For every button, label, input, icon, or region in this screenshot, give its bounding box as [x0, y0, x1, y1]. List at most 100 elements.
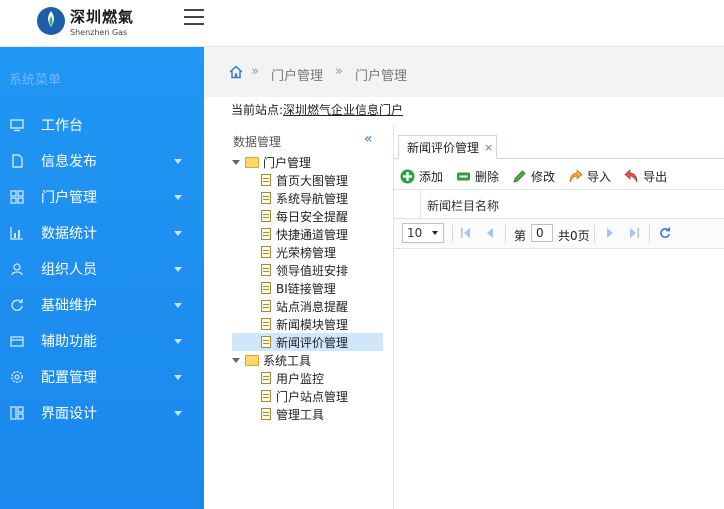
box-icon	[10, 336, 24, 347]
company-logo	[37, 7, 65, 35]
user-icon	[11, 263, 23, 276]
export-label: 导出	[643, 169, 668, 184]
expand-toggle-icon[interactable]	[232, 159, 240, 165]
document-icon	[261, 246, 271, 258]
tree-item[interactable]: 系统导航管理	[261, 189, 348, 207]
tree-item-label: 首页大图管理	[276, 173, 349, 188]
document-icon	[261, 408, 271, 420]
chevron-down-icon	[174, 194, 182, 200]
refresh-icon	[11, 299, 23, 311]
tree-item[interactable]: 光荣榜管理	[261, 243, 336, 261]
sidebar-item-statistics[interactable]: 数据统计	[0, 215, 204, 251]
tree-item-label: 每日安全提醒	[276, 209, 349, 224]
pager-separator	[594, 225, 595, 243]
station-link[interactable]: 深圳燃气企业信息门户	[283, 103, 403, 117]
close-icon[interactable]: ×	[484, 141, 493, 154]
expand-toggle-icon[interactable]	[232, 357, 240, 363]
document-icon	[261, 372, 271, 384]
document-icon	[261, 336, 271, 348]
home-icon[interactable]	[229, 65, 243, 79]
breadcrumb-item[interactable]: 门户管理	[271, 65, 323, 84]
tree-item-label: 门户站点管理	[276, 389, 349, 404]
table-header: 新闻栏目名称	[394, 189, 724, 219]
tree-panel: 数据管理 « 门户管理 首页大图管理 系统导航管理 每日安全提醒 快捷通道管理 …	[228, 125, 394, 509]
tree-item[interactable]: 站点消息提醒	[261, 297, 348, 315]
delete-label: 删除	[475, 169, 500, 184]
page-number-input[interactable]	[531, 224, 553, 242]
document-icon	[261, 192, 271, 204]
tree-item-selected[interactable]: 新闻评价管理	[232, 333, 383, 351]
column-header-news-column-name[interactable]: 新闻栏目名称	[427, 197, 499, 214]
tree-item-label: 领导值班安排	[276, 263, 349, 278]
import-button[interactable]: 导入	[568, 168, 611, 185]
edit-button[interactable]: 修改	[512, 168, 555, 185]
tab-label: 新闻评价管理	[407, 140, 480, 155]
sidebar-item-auxiliary[interactable]: 辅助功能	[0, 323, 204, 359]
page-size-value: 10	[407, 226, 423, 240]
sidebar-item-configuration[interactable]: 配置管理	[0, 359, 204, 395]
main-area: » 门户管理 » 门户管理 当前站点:深圳燃气企业信息门户 数据管理 « 门户管…	[204, 47, 724, 509]
brand-name-cn: 深圳燃氣	[70, 8, 135, 26]
tree-item[interactable]: 每日安全提醒	[261, 207, 348, 225]
brand-text: 深圳燃氣 Shenzhen Gas	[70, 6, 134, 37]
hamburger-line	[184, 16, 204, 18]
minus-icon	[457, 172, 471, 180]
sidebar-item-label: 配置管理	[41, 370, 97, 386]
tree-item[interactable]: 用户监控	[261, 369, 324, 387]
sidebar-item-label: 基础维护	[41, 298, 97, 314]
tab-news-evaluation[interactable]: 新闻评价管理 ×	[398, 135, 497, 159]
tree-item-label: 快捷通道管理	[276, 227, 349, 242]
tree-item-label: 新闻模块管理	[276, 317, 349, 332]
tree-item[interactable]: 领导值班安排	[261, 261, 348, 279]
add-button[interactable]: 添加	[400, 168, 443, 185]
chevron-down-icon	[174, 410, 182, 416]
tree-item[interactable]: BI链接管理	[261, 279, 336, 297]
collapse-panel-button[interactable]: «	[364, 131, 373, 147]
refresh-icon[interactable]	[659, 227, 671, 239]
last-page-icon[interactable]	[628, 227, 640, 239]
sidebar-menu: 工作台 信息发布 门户管理 数据统计 组织人员 基础维护 辅助功能 配置管理 界…	[0, 107, 204, 431]
chevron-down-icon	[174, 266, 182, 272]
sidebar-item-label: 工作台	[41, 118, 83, 134]
tree-item[interactable]: 快捷通道管理	[261, 225, 348, 243]
sidebar-item-workbench[interactable]: 工作台	[0, 107, 204, 143]
export-arrow-icon	[624, 168, 638, 182]
pencil-icon	[513, 169, 526, 183]
sidebar-item-label: 辅助功能	[41, 334, 97, 350]
tree-item[interactable]: 管理工具	[261, 405, 324, 423]
chevron-down-icon	[174, 158, 182, 164]
tree-item[interactable]: 新闻模块管理	[261, 315, 348, 333]
tree-group-system-tools[interactable]: 系统工具	[232, 351, 311, 369]
tree-item[interactable]: 门户站点管理	[261, 387, 348, 405]
sidebar-item-portal-management[interactable]: 门户管理	[0, 179, 204, 215]
page-size-select[interactable]: 10	[402, 223, 444, 243]
folder-open-icon	[245, 354, 259, 366]
sidebar-item-organization[interactable]: 组织人员	[0, 251, 204, 287]
delete-button[interactable]: 删除	[456, 168, 499, 185]
next-page-icon[interactable]	[604, 227, 616, 239]
sidebar-item-label: 门户管理	[41, 190, 97, 206]
menu-toggle-button[interactable]	[184, 9, 204, 27]
previous-page-icon[interactable]	[484, 227, 496, 239]
hamburger-line	[184, 23, 204, 25]
column-divider	[420, 190, 421, 218]
chevron-down-icon	[432, 231, 438, 235]
sidebar-item-ui-design[interactable]: 界面设计	[0, 395, 204, 431]
toolbar: 添加 删除 修改 导入 导出	[400, 165, 680, 187]
first-page-icon[interactable]	[460, 227, 472, 239]
gear-icon	[11, 371, 23, 383]
import-label: 导入	[587, 169, 612, 184]
sidebar-item-label: 界面设计	[41, 406, 97, 422]
import-arrow-icon	[569, 168, 583, 182]
tree-item-label: 用户监控	[276, 371, 325, 386]
tree-item-label: 光荣榜管理	[276, 245, 337, 260]
sidebar-item-info-publish[interactable]: 信息发布	[0, 143, 204, 179]
tree-item-label: 新闻评价管理	[276, 335, 349, 350]
breadcrumb-item[interactable]: 门户管理	[355, 65, 407, 84]
export-button[interactable]: 导出	[624, 168, 667, 185]
document-icon	[261, 318, 271, 330]
sidebar-item-basic-maintenance[interactable]: 基础维护	[0, 287, 204, 323]
plus-icon	[400, 169, 415, 183]
tree-item[interactable]: 首页大图管理	[261, 171, 348, 189]
tree-group-portal[interactable]: 门户管理	[232, 153, 311, 171]
